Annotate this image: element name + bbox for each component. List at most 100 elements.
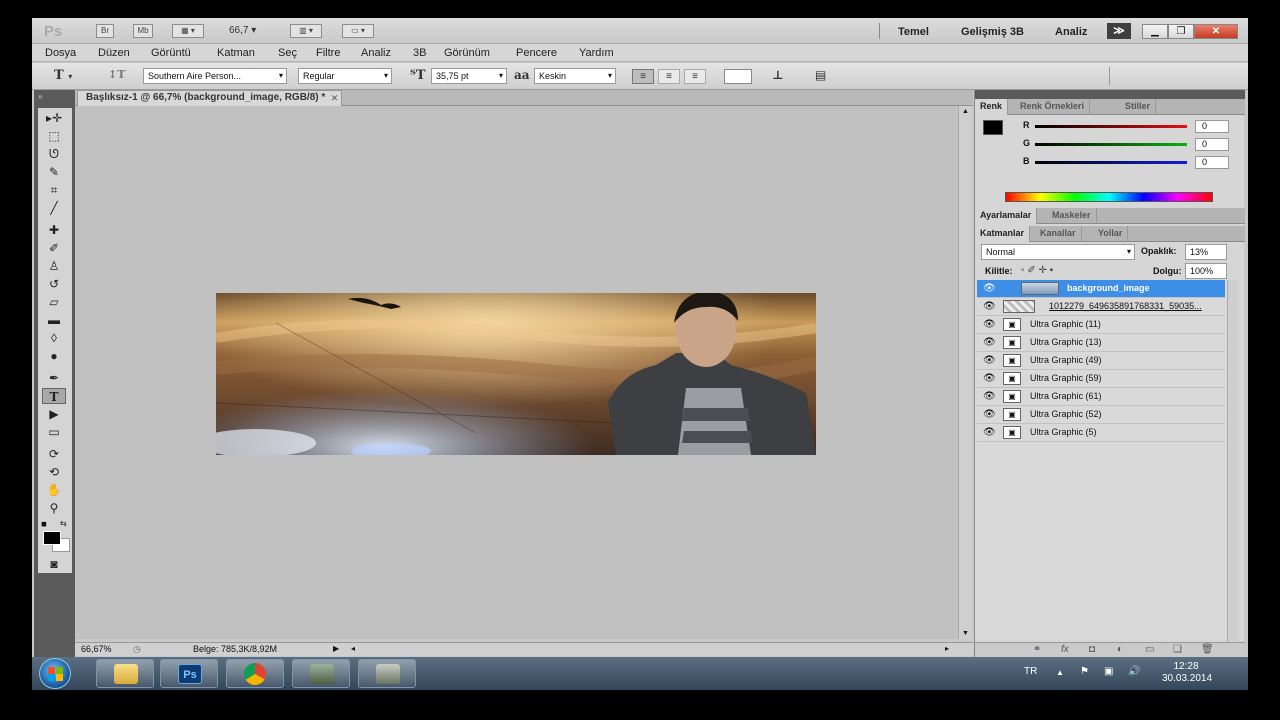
layers-scrollbar[interactable] xyxy=(1227,280,1239,650)
tab-adjustments[interactable]: Ayarlamalar xyxy=(975,208,1038,224)
blur-tool-icon[interactable]: ◊ xyxy=(42,330,66,346)
opacity-field[interactable]: 13% xyxy=(1185,244,1227,260)
visibility-eye-icon[interactable]: 👁 xyxy=(983,301,996,312)
bridge-button[interactable]: Br xyxy=(96,24,114,38)
workspace-analysis[interactable]: Analiz xyxy=(1055,26,1087,38)
zoom-level-dropdown[interactable]: 66,7 ▾ xyxy=(229,25,256,36)
align-left-button[interactable]: ≡ xyxy=(632,69,654,84)
quick-selection-tool-icon[interactable]: ✎ xyxy=(42,164,66,180)
taskbar-app[interactable] xyxy=(292,659,350,688)
text-orientation-icon[interactable]: ↕T xyxy=(108,68,125,81)
default-colors-icon[interactable]: ◼ xyxy=(41,520,47,528)
view-extras-button[interactable]: ▦ ▾ xyxy=(172,24,204,38)
delete-layer-icon[interactable]: 🗑 xyxy=(1201,644,1214,655)
blue-value[interactable]: 0 xyxy=(1195,156,1229,169)
font-style-select[interactable]: Regular ▾ xyxy=(298,68,392,84)
zoom-readout[interactable]: 66,67% xyxy=(81,644,112,654)
menu-edit[interactable]: Düzen xyxy=(98,47,130,59)
tab-channels[interactable]: Kanallar xyxy=(1035,226,1082,242)
menu-help[interactable]: Yardım xyxy=(579,47,614,59)
tab-swatches[interactable]: Renk Örnekleri xyxy=(1015,99,1091,115)
hand-tool-icon[interactable]: ✋ xyxy=(42,482,66,498)
lock-icons[interactable]: ▫ ✐ ✛ ▪ xyxy=(1021,265,1053,276)
visibility-eye-icon[interactable]: 👁 xyxy=(983,373,996,384)
close-document-icon[interactable]: ✕ xyxy=(331,91,339,105)
visibility-eye-icon[interactable]: 👁 xyxy=(983,337,996,348)
collapse-icon[interactable]: » xyxy=(38,92,42,101)
show-hidden-icons[interactable]: ▲ xyxy=(1056,668,1064,677)
pen-tool-icon[interactable]: ✒ xyxy=(42,370,66,386)
healing-brush-tool-icon[interactable]: ✚ xyxy=(42,222,66,238)
layer-row[interactable]: 👁 ▣ Ultra Graphic (11) xyxy=(977,316,1225,334)
taskbar-app-2[interactable] xyxy=(358,659,416,688)
layer-row[interactable]: 👁 ▣ Ultra Graphic (61) xyxy=(977,388,1225,406)
workspace-essentials[interactable]: Temel xyxy=(898,26,929,38)
layer-row[interactable]: 👁 1012279_649635891768331_59035... xyxy=(977,298,1225,316)
scroll-down-icon[interactable]: ▼ xyxy=(962,630,969,637)
eyedropper-tool-icon[interactable]: ╱ xyxy=(42,200,66,216)
mini-bridge-button[interactable]: Mb xyxy=(133,24,153,38)
foreground-color-swatch[interactable] xyxy=(43,531,61,545)
dodge-tool-icon[interactable]: ● xyxy=(42,348,66,364)
type-tool-preset-icon[interactable]: T ▾ xyxy=(54,68,72,83)
visibility-eye-icon[interactable]: 👁 xyxy=(983,409,996,420)
menu-select[interactable]: Seç xyxy=(278,47,297,59)
character-panel-icon[interactable]: ▤ xyxy=(815,68,826,82)
restore-button[interactable]: ❐ xyxy=(1168,24,1194,39)
blend-mode-select[interactable]: Normal ▾ xyxy=(981,244,1135,260)
taskbar-explorer[interactable] xyxy=(96,659,154,688)
tab-masks[interactable]: Maskeler xyxy=(1047,208,1097,224)
workspace-advanced-3d[interactable]: Gelişmiş 3B xyxy=(961,26,1024,38)
scroll-up-icon[interactable]: ▲ xyxy=(962,108,969,115)
menu-layer[interactable]: Katman xyxy=(217,47,255,59)
layer-row[interactable]: 👁 background_image xyxy=(977,280,1225,298)
document-tab[interactable]: Başlıksız-1 @ 66,7% (background_image, R… xyxy=(77,90,343,106)
red-slider[interactable] xyxy=(1035,125,1187,128)
scroll-right-icon[interactable]: ▸ xyxy=(945,644,949,653)
menu-view[interactable]: Görünüm xyxy=(444,47,490,59)
system-clock[interactable]: 12:28 30.03.2014 xyxy=(1162,661,1212,685)
crop-tool-icon[interactable]: ⌗ xyxy=(42,182,66,198)
minimize-button[interactable]: ▁ xyxy=(1142,24,1168,39)
3d-rotate-tool-icon[interactable]: ⟳ xyxy=(42,446,66,462)
history-brush-tool-icon[interactable]: ↺ xyxy=(42,276,66,292)
action-center-icon[interactable]: ⚑ xyxy=(1080,666,1089,677)
swap-colors-icon[interactable]: ⇆ xyxy=(60,519,67,528)
menu-3d[interactable]: 3B xyxy=(413,47,426,59)
start-button[interactable] xyxy=(39,658,71,689)
link-layers-icon[interactable]: ⚭ xyxy=(1033,644,1041,655)
new-layer-icon[interactable]: ❏ xyxy=(1173,644,1182,655)
font-family-select[interactable]: Southern Aire Person... ▾ xyxy=(143,68,287,84)
eraser-tool-icon[interactable]: ▱ xyxy=(42,294,66,310)
layer-row[interactable]: 👁 ▣ Ultra Graphic (49) xyxy=(977,352,1225,370)
layer-style-icon[interactable]: fx xyxy=(1061,644,1069,655)
shape-tool-icon[interactable]: ▭ xyxy=(42,424,66,440)
warp-text-icon[interactable]: ⊥ xyxy=(772,68,784,82)
green-slider[interactable] xyxy=(1035,143,1187,146)
move-tool-icon[interactable]: ▸✛ xyxy=(42,110,66,126)
align-center-button[interactable]: ≡ xyxy=(658,69,680,84)
layer-row[interactable]: 👁 ▣ Ultra Graphic (52) xyxy=(977,406,1225,424)
more-workspaces-button[interactable]: ≫ xyxy=(1107,23,1131,39)
menu-window[interactable]: Pencere xyxy=(516,47,557,59)
screen-mode-button[interactable]: ▭ ▾ xyxy=(342,24,374,38)
blue-slider[interactable] xyxy=(1035,161,1187,164)
green-value[interactable]: 0 xyxy=(1195,138,1229,151)
visibility-eye-icon[interactable]: 👁 xyxy=(983,283,996,294)
arrange-documents-button[interactable]: ▥ ▾ xyxy=(290,24,322,38)
taskbar-chrome[interactable] xyxy=(226,659,284,688)
gradient-tool-icon[interactable]: ▬ xyxy=(42,312,66,328)
foreground-color-swatch[interactable] xyxy=(983,120,1003,135)
fill-field[interactable]: 100% xyxy=(1185,263,1227,279)
network-icon[interactable]: ▣ xyxy=(1104,666,1113,677)
red-value[interactable]: 0 xyxy=(1195,120,1229,133)
font-size-field[interactable]: 35,75 pt ▾ xyxy=(431,68,507,84)
adjustment-layer-icon[interactable]: ◐ xyxy=(1117,644,1123,655)
lasso-tool-icon[interactable]: ᘎ xyxy=(42,146,66,162)
volume-icon[interactable]: 🔊 xyxy=(1128,666,1140,677)
layer-row[interactable]: 👁 ▣ Ultra Graphic (59) xyxy=(977,370,1225,388)
antialias-select[interactable]: Keskin ▾ xyxy=(534,68,616,84)
status-menu-icon[interactable]: ▶ xyxy=(333,644,339,653)
quick-mask-icon[interactable]: ◙ xyxy=(42,556,66,572)
tab-paths[interactable]: Yollar xyxy=(1093,226,1129,242)
